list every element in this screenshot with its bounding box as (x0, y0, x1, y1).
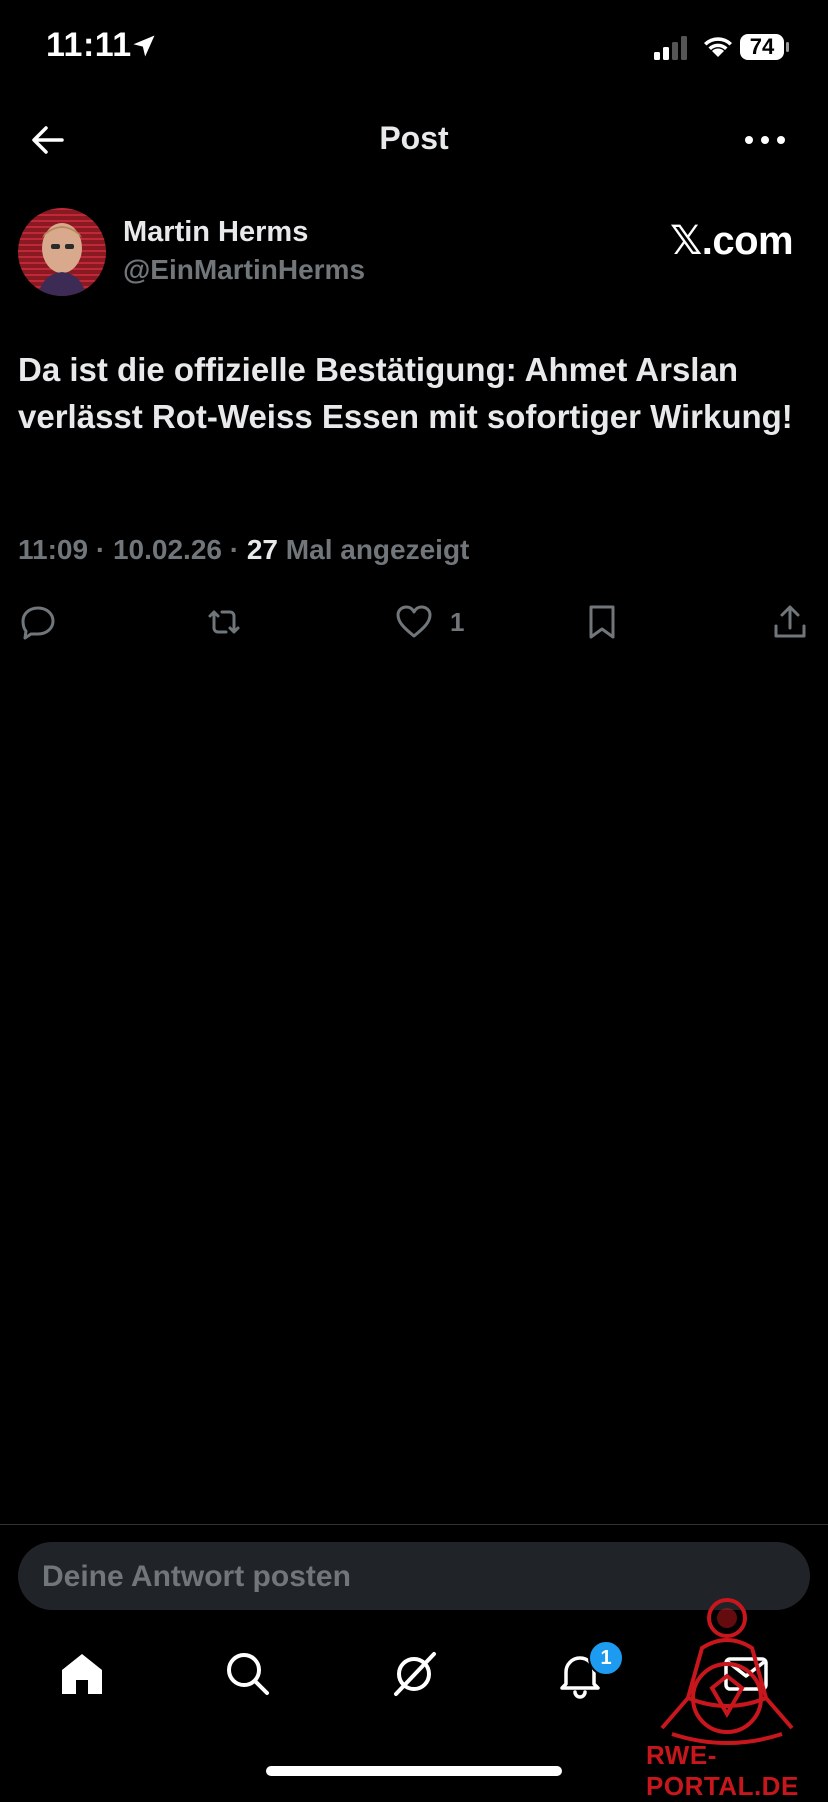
reply-button[interactable] (18, 600, 58, 644)
search-icon[interactable] (222, 1648, 274, 1700)
like-count: 1 (450, 606, 465, 637)
avatar[interactable] (18, 208, 106, 296)
heart-icon (396, 605, 432, 638)
x-com-logo: 𝕏.com (670, 219, 794, 263)
reply-placeholder: Deine Antwort posten (42, 1560, 351, 1593)
author-name[interactable]: Martin Herms (123, 216, 308, 249)
repost-button[interactable] (204, 600, 244, 644)
cellular-signal-icon (654, 36, 687, 60)
battery-indicator: 74 (740, 34, 790, 62)
reply-icon (21, 606, 55, 640)
wifi-icon (704, 37, 732, 57)
views-label[interactable]: Mal angezeigt (286, 534, 470, 565)
battery-level: 74 (740, 34, 784, 60)
home-icon[interactable] (56, 1648, 108, 1700)
grok-icon[interactable] (388, 1648, 440, 1700)
post-text: Da ist die offizielle Bestätigung: Ahmet… (18, 351, 793, 435)
bookmark-icon (589, 605, 615, 639)
views-count[interactable]: 27 (247, 534, 278, 565)
bookmark-button[interactable] (582, 600, 622, 644)
location-arrow-icon (133, 35, 155, 57)
home-indicator[interactable] (266, 1766, 562, 1776)
share-icon (774, 605, 806, 638)
more-options-icon[interactable] (740, 124, 790, 156)
repost-icon (208, 610, 240, 634)
watermark-text: RWE-PORTAL.DE (646, 1740, 799, 1801)
post-time[interactable]: 11:09 (18, 534, 88, 565)
post-date[interactable]: 10.02.26 (113, 534, 222, 565)
post-meta: 11:09 · 10.02.26 · 27 Mal angezeigt (18, 534, 470, 565)
like-button[interactable]: 1 (394, 600, 464, 644)
page-title: Post (379, 120, 449, 156)
share-button[interactable] (770, 600, 810, 644)
status-time: 11:11 (46, 26, 132, 64)
divider (0, 1524, 828, 1525)
notifications-badge: 1 (588, 1640, 624, 1676)
author-handle[interactable]: @EinMartinHerms (123, 254, 365, 286)
